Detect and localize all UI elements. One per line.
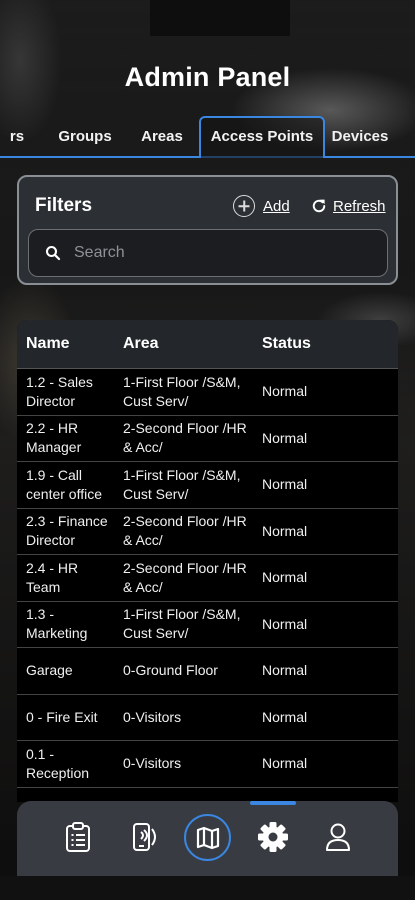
page-title: Admin Panel bbox=[124, 62, 291, 92]
cell-name: 2.4 - HR Team bbox=[26, 559, 79, 595]
search-box[interactable] bbox=[28, 229, 388, 277]
cell-name: 1.9 - Call center office bbox=[26, 466, 103, 502]
table-row[interactable]: 1.2 - Sales Director 1-First Floor /S&M,… bbox=[17, 369, 398, 416]
filters-panel: Filters Add Refresh bbox=[17, 175, 398, 285]
table-header: Name Area Status bbox=[17, 320, 398, 369]
cell-status: Normal bbox=[262, 662, 308, 679]
search-input[interactable] bbox=[72, 243, 356, 263]
system-bar bbox=[0, 876, 415, 900]
ceiling-lamp bbox=[150, 0, 290, 36]
cell-area: 0-Visitors bbox=[123, 708, 182, 725]
column-header-name[interactable]: Name bbox=[17, 335, 114, 353]
refresh-icon bbox=[310, 197, 328, 215]
clipboard-icon[interactable] bbox=[53, 812, 103, 862]
access-points-table: Name Area Status 1.2 - Sales Director 1-… bbox=[17, 320, 398, 802]
cell-name: 0 - Fire Exit bbox=[26, 708, 98, 725]
cell-status: Normal bbox=[262, 522, 308, 539]
cell-area: 0-Visitors bbox=[123, 755, 182, 772]
cell-area: 0-Ground Floor bbox=[123, 662, 218, 679]
gear-icon[interactable] bbox=[248, 812, 298, 862]
cell-area: 1-First Floor /S&M, Cust Serv/ bbox=[123, 373, 241, 409]
cell-area: 2-Second Floor /HR & Acc/ bbox=[123, 559, 247, 595]
tab-devices[interactable]: Devices bbox=[328, 118, 392, 156]
table-row[interactable]: 1.9 - Call center office 1-First Floor /… bbox=[17, 462, 398, 509]
cell-status: Normal bbox=[262, 615, 308, 632]
tab-groups[interactable]: Groups bbox=[48, 118, 122, 156]
nav-active-indicator bbox=[250, 801, 296, 805]
map-icon[interactable] bbox=[184, 814, 231, 861]
bottom-nav bbox=[17, 801, 398, 876]
table-row[interactable]: 1.3 - Marketing 1-First Floor /S&M, Cust… bbox=[17, 602, 398, 648]
cell-area: 2-Second Floor /HR & Acc/ bbox=[123, 513, 247, 549]
plus-circle-icon bbox=[233, 195, 255, 217]
cell-status: Normal bbox=[262, 383, 308, 400]
user-icon[interactable] bbox=[313, 812, 363, 862]
cell-area: 1-First Floor /S&M, Cust Serv/ bbox=[123, 466, 241, 502]
cell-status: Normal bbox=[262, 755, 308, 772]
add-button[interactable]: Add bbox=[233, 193, 290, 219]
refresh-button-label: Refresh bbox=[333, 197, 386, 215]
column-header-status[interactable]: Status bbox=[254, 335, 398, 353]
cell-name: 2.3 - Finance Director bbox=[26, 513, 108, 549]
cell-name: 1.2 - Sales Director bbox=[26, 373, 93, 409]
table-row[interactable]: 2.4 - HR Team 2-Second Floor /HR & Acc/ … bbox=[17, 555, 398, 602]
tab-access-points[interactable]: Access Points bbox=[199, 116, 325, 158]
cell-name: 0.1 - Reception bbox=[26, 745, 90, 781]
cell-status: Normal bbox=[262, 569, 308, 586]
filters-title: Filters bbox=[35, 195, 93, 216]
cell-name: Garage bbox=[26, 662, 73, 679]
tab-users[interactable]: rs bbox=[2, 118, 32, 156]
table-row[interactable]: 0.1 - Reception 0-Visitors Normal bbox=[17, 741, 398, 788]
table-row[interactable]: 0 - Fire Exit 0-Visitors Normal bbox=[17, 695, 398, 741]
cell-area: 2-Second Floor /HR & Acc/ bbox=[123, 420, 247, 456]
cell-name: 1.3 - Marketing bbox=[26, 606, 88, 642]
table-row[interactable]: 2.3 - Finance Director 2-Second Floor /H… bbox=[17, 509, 398, 555]
column-header-area[interactable]: Area bbox=[114, 335, 254, 353]
add-button-label: Add bbox=[263, 197, 290, 215]
search-icon bbox=[44, 244, 62, 262]
phone-nfc-icon[interactable] bbox=[118, 812, 168, 862]
table-row[interactable]: 2.2 - HR Manager 2-Second Floor /HR & Ac… bbox=[17, 416, 398, 462]
cell-area: 1-First Floor /S&M, Cust Serv/ bbox=[123, 606, 241, 642]
refresh-button[interactable]: Refresh bbox=[310, 193, 386, 219]
tab-areas[interactable]: Areas bbox=[133, 118, 191, 156]
cell-name: 2.2 - HR Manager bbox=[26, 420, 82, 456]
table-row[interactable]: Garage 0-Ground Floor Normal bbox=[17, 648, 398, 695]
cell-status: Normal bbox=[262, 429, 308, 446]
cell-status: Normal bbox=[262, 476, 308, 493]
tab-bar: rs Groups Areas Access Points Devices bbox=[0, 114, 415, 158]
cell-status: Normal bbox=[262, 708, 308, 725]
